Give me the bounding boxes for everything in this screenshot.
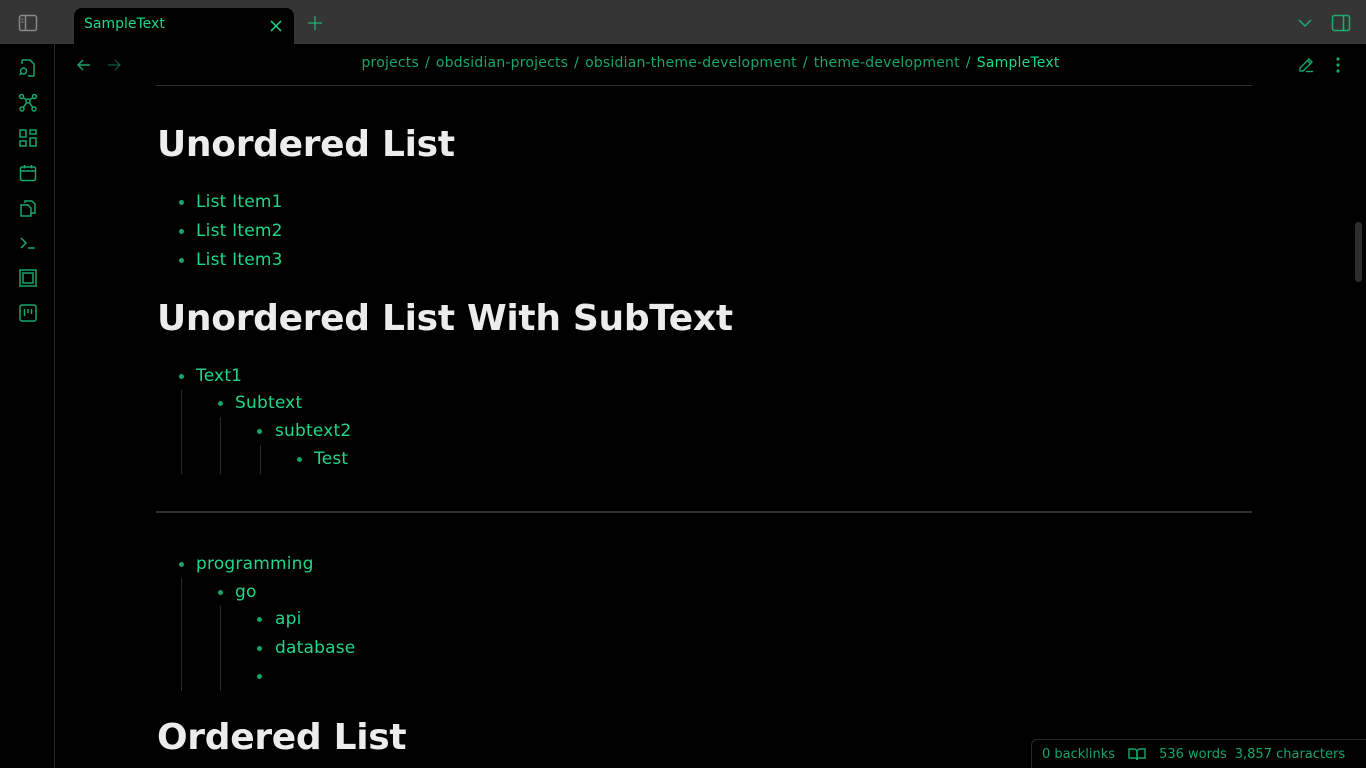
- breadcrumb-separator: /: [424, 55, 430, 71]
- bullet: [257, 674, 262, 679]
- pencil-icon[interactable]: [1295, 54, 1317, 76]
- list-item[interactable]: Text1: [196, 366, 242, 386]
- list-item[interactable]: List Item2: [196, 221, 283, 241]
- list-item[interactable]: Subtext: [235, 393, 302, 413]
- list-item[interactable]: programming: [196, 554, 314, 574]
- bullet: [257, 429, 262, 434]
- new-tab-plus-icon[interactable]: [305, 13, 325, 33]
- list-item[interactable]: List Item3: [196, 250, 283, 270]
- heading-unordered-list: Unordered List: [157, 124, 455, 165]
- title-bar: SampleText: [0, 0, 1366, 44]
- file-search-icon[interactable]: [16, 56, 40, 80]
- backlinks-count[interactable]: 0 backlinks: [1042, 747, 1115, 762]
- character-count: 3,857 characters: [1234, 746, 1346, 762]
- breadcrumb-obdsidian-projects[interactable]: obdsidian-projects: [436, 55, 568, 71]
- layers-icon[interactable]: [16, 266, 40, 290]
- bullet: [179, 374, 184, 379]
- bullet: [257, 617, 262, 622]
- bullet: [257, 646, 262, 651]
- list-item[interactable]: api: [275, 609, 302, 629]
- breadcrumb-projects[interactable]: projects: [361, 55, 418, 71]
- header-divider: [156, 85, 1252, 86]
- grid-icon[interactable]: [16, 126, 40, 150]
- indent-guide: [220, 417, 221, 474]
- word-count: 536 words: [1159, 746, 1227, 762]
- breadcrumb-obsidian-theme-development[interactable]: obsidian-theme-development: [585, 55, 797, 71]
- indent-guide: [181, 390, 182, 474]
- terminal-icon[interactable]: [16, 231, 40, 255]
- bullet: [179, 229, 184, 234]
- indent-guide: [181, 578, 182, 691]
- calendar-icon[interactable]: [16, 161, 40, 185]
- sidebar-toggle-right-icon[interactable]: [1330, 12, 1352, 34]
- indent-guide: [220, 606, 221, 691]
- breadcrumb-separator: /: [802, 55, 808, 71]
- list-item[interactable]: List Item1: [196, 192, 283, 212]
- bullet: [297, 457, 302, 462]
- kanban-icon[interactable]: [16, 301, 40, 325]
- tab-title: SampleText: [84, 16, 165, 32]
- scrollbar-thumb[interactable]: [1355, 222, 1362, 282]
- status-bar: 0 backlinks 536 words 3,857 characters: [1031, 739, 1366, 768]
- horizontal-rule: [156, 511, 1252, 513]
- breadcrumb-separator: /: [574, 55, 580, 71]
- bullet: [179, 200, 184, 205]
- breadcrumb-theme-development[interactable]: theme-development: [814, 55, 960, 71]
- bullet: [179, 258, 184, 263]
- sidebar-toggle-left-icon[interactable]: [17, 12, 39, 34]
- view-header: projects / obdsidian-projects / obsidian-the…: [55, 44, 1366, 85]
- heading-ordered-list: Ordered List: [157, 717, 407, 758]
- reading-view-icon[interactable]: [1128, 747, 1146, 761]
- copy-icon[interactable]: [16, 196, 40, 220]
- bullet: [179, 562, 184, 567]
- breadcrumb: projects / obdsidian-projects / obsidian-the…: [55, 55, 1366, 71]
- breadcrumb-separator: /: [965, 55, 971, 71]
- close-icon[interactable]: [266, 16, 286, 36]
- chevron-down-icon[interactable]: [1295, 13, 1315, 33]
- bullet: [218, 401, 223, 406]
- heading-unordered-list-with-subtext: Unordered List With SubText: [157, 298, 733, 339]
- list-item[interactable]: database: [275, 638, 355, 658]
- left-ribbon: [0, 44, 55, 768]
- more-options-icon[interactable]: [1327, 54, 1349, 76]
- list-item[interactable]: Test: [314, 449, 348, 469]
- graph-icon[interactable]: [16, 91, 40, 115]
- tab-sampletext[interactable]: SampleText: [74, 8, 294, 44]
- list-item[interactable]: go: [235, 582, 257, 602]
- list-item[interactable]: subtext2: [275, 421, 351, 441]
- bullet: [218, 590, 223, 595]
- breadcrumb-current[interactable]: SampleText: [977, 55, 1060, 71]
- indent-guide: [260, 445, 261, 474]
